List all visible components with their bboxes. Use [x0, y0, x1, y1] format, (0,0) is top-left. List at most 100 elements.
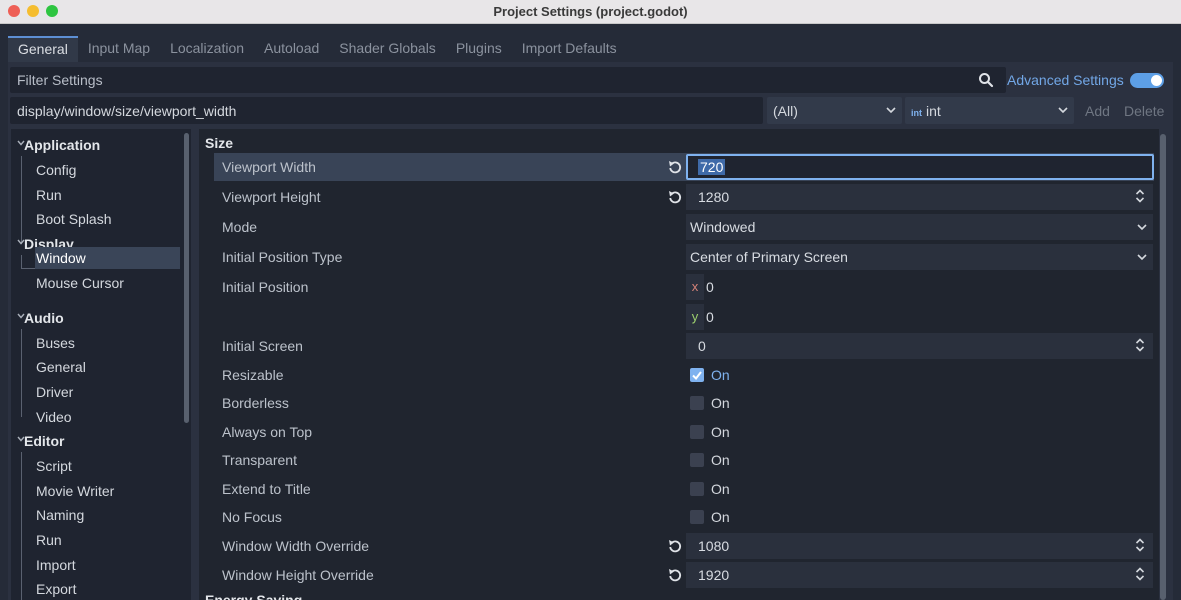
tab-input-map[interactable]: Input Map [78, 36, 160, 62]
type-select-value: int int [911, 103, 941, 119]
chevron-down-icon [1137, 254, 1147, 261]
window-height-override-spinbox[interactable]: 1920 [686, 562, 1153, 588]
revert-icon[interactable] [668, 539, 682, 553]
transparent-checkbox[interactable] [690, 453, 704, 467]
tab-import-defaults[interactable]: Import Defaults [512, 36, 627, 62]
property-transparent[interactable]: Transparent On [214, 446, 1154, 474]
setting-path-input[interactable]: display/window/size/viewport_width [10, 97, 763, 124]
checkmark-icon [692, 371, 702, 381]
tree-scrollbar[interactable] [184, 133, 189, 423]
property-no-focus[interactable]: No Focus On [214, 503, 1154, 531]
viewport-height-spinbox[interactable]: 1280 [686, 184, 1153, 210]
no-focus-value: On [711, 509, 730, 525]
settings-tree: Application Config Run Boot Splash Displ… [11, 129, 191, 600]
no-focus-checkbox[interactable] [690, 510, 704, 524]
viewport-width-value: 720 [698, 159, 726, 175]
property-extend-to-title[interactable]: Extend to Title On [214, 475, 1154, 503]
tab-bar: General Input Map Localization Autoload … [8, 36, 627, 62]
property-initial-screen[interactable]: Initial Screen 0 [214, 332, 1154, 360]
initial-position-y-value: 0 [706, 309, 714, 325]
filter-settings-input[interactable]: Filter Settings [10, 67, 1006, 93]
property-label: Initial Position [222, 279, 309, 295]
tree-item-mouse-cursor[interactable]: Mouse Cursor [36, 272, 124, 294]
property-label: Always on Top [222, 424, 313, 440]
property-always-on-top[interactable]: Always on Top On [214, 418, 1154, 446]
tree-category-application[interactable]: Application [24, 134, 100, 156]
property-label: Window Width Override [222, 538, 370, 554]
tree-category-audio[interactable]: Audio [24, 307, 64, 329]
borderless-checkbox[interactable] [690, 396, 704, 410]
tree-item-video[interactable]: Video [36, 406, 72, 428]
tree-item-run-editor[interactable]: Run [36, 529, 62, 551]
always-on-top-checkbox[interactable] [690, 425, 704, 439]
mode-select[interactable]: Windowed [686, 214, 1153, 240]
property-label: Transparent [222, 452, 297, 468]
tree-line [21, 255, 22, 268]
always-on-top-value: On [711, 424, 730, 440]
tab-autoload[interactable]: Autoload [254, 36, 329, 62]
revert-icon[interactable] [668, 160, 682, 174]
property-label: No Focus [222, 509, 282, 525]
initial-position-y-input[interactable]: 0 [704, 304, 1153, 330]
extend-to-title-checkbox[interactable] [690, 482, 704, 496]
tree-item-import[interactable]: Import [36, 554, 76, 576]
tree-item-driver[interactable]: Driver [36, 381, 73, 403]
tree-item-export[interactable]: Export [36, 578, 76, 600]
tab-localization[interactable]: Localization [160, 36, 254, 62]
tree-item-window[interactable]: Window [35, 247, 180, 269]
tree-item-general[interactable]: General [36, 356, 86, 378]
advanced-settings-label: Advanced Settings [1007, 72, 1124, 88]
tab-plugins[interactable]: Plugins [446, 36, 512, 62]
tree-line [21, 156, 22, 244]
initial-position-type-select[interactable]: Center of Primary Screen [686, 244, 1153, 270]
viewport-width-input[interactable]: 720 [686, 154, 1154, 180]
tree-item-script[interactable]: Script [36, 455, 72, 477]
advanced-settings-toggle[interactable] [1130, 73, 1164, 88]
revert-icon[interactable] [668, 568, 682, 582]
viewport-height-value: 1280 [698, 189, 730, 205]
spinner-arrows-icon[interactable] [1135, 338, 1145, 352]
add-button[interactable]: Add [1085, 103, 1110, 119]
tree-item-run[interactable]: Run [36, 184, 62, 206]
inspector-scrollbar[interactable] [1160, 134, 1166, 600]
property-initial-position-type[interactable]: Initial Position Type Center of Primary … [214, 243, 1154, 271]
spinner-arrows-icon[interactable] [1135, 538, 1145, 552]
property-initial-position[interactable]: Initial Position x 0 y 0 [214, 273, 1154, 331]
property-resizable[interactable]: Resizable On [214, 361, 1154, 389]
settings-inspector: Size Viewport Width 720 Viewport Height … [199, 129, 1159, 600]
tab-general[interactable]: General [8, 36, 78, 62]
initial-position-x-input[interactable]: 0 [704, 274, 1153, 300]
revert-icon[interactable] [668, 190, 682, 204]
property-window-width-override[interactable]: Window Width Override 1080 [214, 532, 1154, 560]
chevron-down-icon [1058, 107, 1068, 114]
delete-button[interactable]: Delete [1124, 103, 1164, 119]
tree-item-buses[interactable]: Buses [36, 332, 75, 354]
tree-item-naming[interactable]: Naming [36, 504, 84, 526]
property-borderless[interactable]: Borderless On [214, 389, 1154, 417]
project-settings-dialog: General Input Map Localization Autoload … [0, 24, 1181, 600]
spinner-arrows-icon[interactable] [1135, 189, 1145, 203]
tree-item-movie-writer[interactable]: Movie Writer [36, 480, 114, 502]
search-icon [979, 73, 994, 88]
feature-filter-select[interactable]: (All) [767, 97, 902, 124]
property-label: Borderless [222, 395, 289, 411]
tree-item-boot-splash[interactable]: Boot Splash [36, 208, 112, 230]
type-select[interactable]: int int [905, 97, 1074, 124]
tab-shader-globals[interactable]: Shader Globals [329, 36, 446, 62]
property-mode[interactable]: Mode Windowed [214, 213, 1154, 241]
window-width-override-spinbox[interactable]: 1080 [686, 533, 1153, 559]
tree-item-config[interactable]: Config [36, 159, 76, 181]
spinner-arrows-icon[interactable] [1135, 567, 1145, 581]
property-viewport-width[interactable]: Viewport Width 720 [214, 153, 1154, 181]
feature-filter-value: (All) [773, 103, 798, 119]
tree-category-editor[interactable]: Editor [24, 430, 64, 452]
tree-line [21, 452, 22, 600]
axis-y-label: y [686, 304, 704, 330]
property-label: Mode [222, 219, 258, 235]
initial-screen-spinbox[interactable]: 0 [686, 333, 1153, 359]
general-panel: Filter Settings Advanced Settings displa… [8, 62, 1173, 600]
toggle-knob [1151, 75, 1162, 86]
property-viewport-height[interactable]: Viewport Height 1280 [214, 183, 1154, 211]
property-window-height-override[interactable]: Window Height Override 1920 [214, 561, 1154, 589]
resizable-checkbox[interactable] [690, 368, 704, 382]
